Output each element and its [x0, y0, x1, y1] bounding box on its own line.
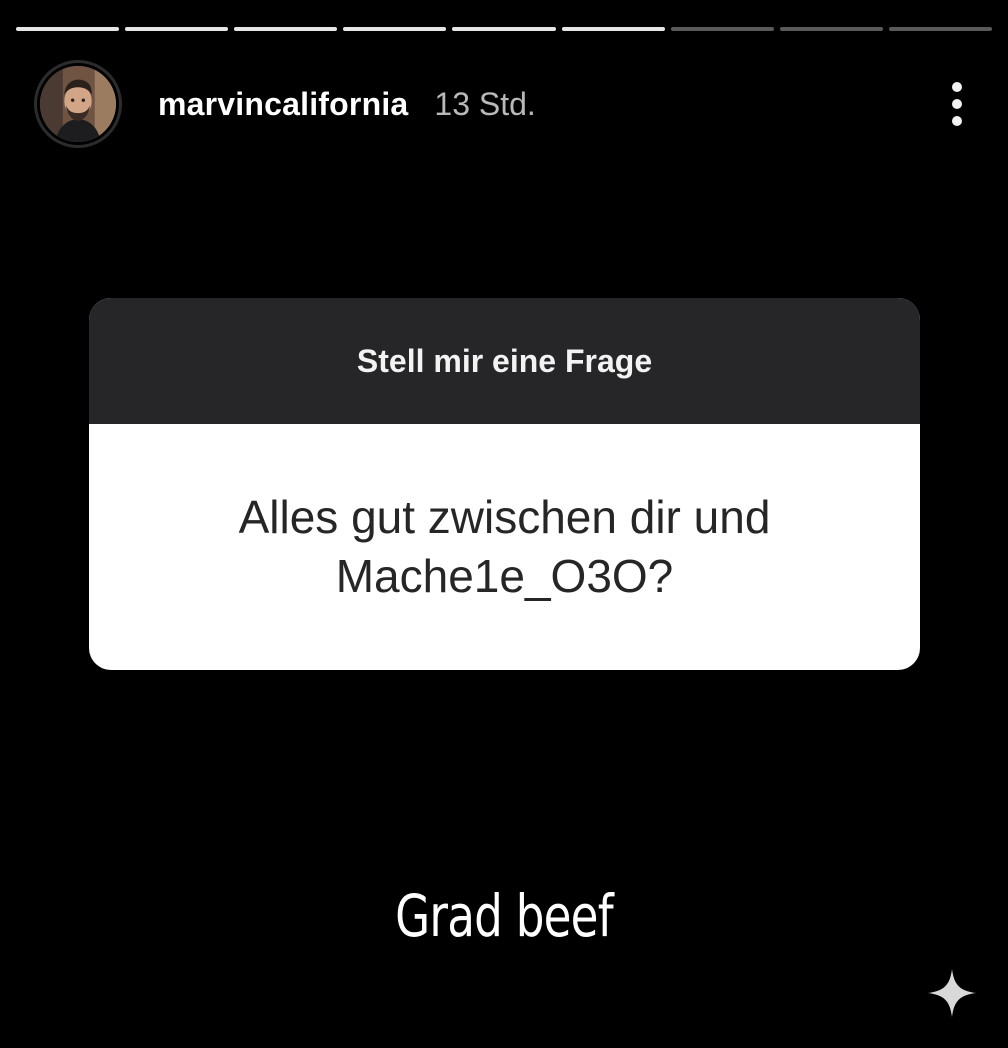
progress-segment [343, 27, 447, 31]
avatar[interactable] [34, 60, 122, 148]
username[interactable]: marvincalifornia [158, 86, 408, 123]
progress-segment [888, 27, 992, 31]
more-dot [952, 116, 962, 126]
question-sticker-title: Stell mir eine Frage [89, 298, 920, 424]
answer-text: Grad beef [395, 882, 614, 950]
post-time: 13 Std. [434, 85, 536, 122]
question-sticker: Stell mir eine Frage Alles gut zwischen … [89, 298, 920, 670]
progress-segment [125, 27, 229, 31]
progress-segment [561, 27, 665, 31]
sparkle-icon [926, 967, 978, 1019]
progress-segment [670, 27, 774, 31]
progress-segment [234, 27, 338, 31]
more-dot [952, 99, 962, 109]
story-progress-bar [16, 27, 992, 32]
story-header: marvincalifornia 13 Std. [34, 58, 974, 150]
avatar-image [40, 66, 116, 142]
more-vertical-icon[interactable] [950, 82, 964, 126]
progress-segment [779, 27, 883, 31]
avatar-portrait-icon [40, 66, 116, 142]
question-text: Alles gut zwischen dir und Mache1e_O3O? [238, 491, 771, 602]
progress-segment [16, 27, 120, 31]
progress-segment [452, 27, 556, 31]
more-dot [952, 82, 962, 92]
